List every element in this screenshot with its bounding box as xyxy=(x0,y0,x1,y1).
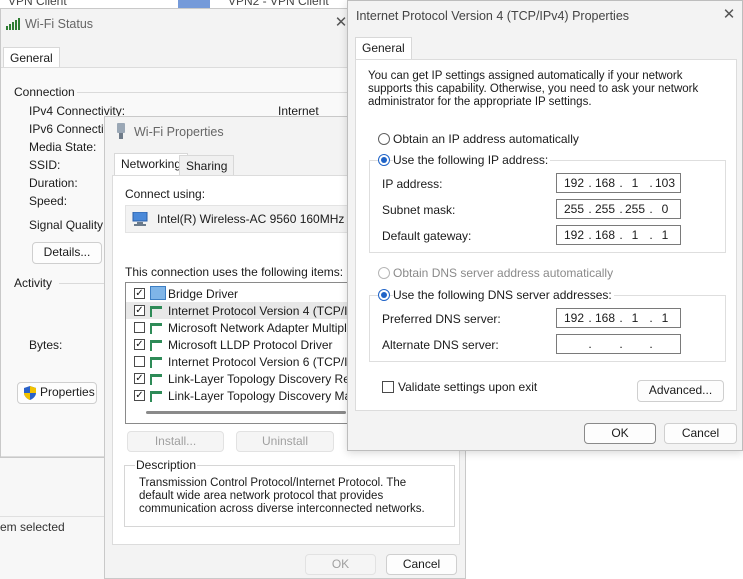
wifi-signal-icon xyxy=(6,18,20,30)
item-label: Internet Protocol Version 6 (TCP/IPv6 xyxy=(168,355,369,369)
uninstall-button[interactable]: Uninstall xyxy=(236,431,334,452)
use-following-ip-radio[interactable] xyxy=(378,154,390,166)
intro-text: You can get IP settings assigned automat… xyxy=(368,70,699,108)
item-label: Bridge Driver xyxy=(168,287,239,301)
ipv6-connectivity-label: IPv6 Connectivi xyxy=(29,122,113,136)
install-button[interactable]: Install... xyxy=(127,431,224,452)
window-title: Internet Protocol Version 4 (TCP/IPv4) P… xyxy=(356,9,630,23)
obtain-dns-auto-label[interactable]: Obtain DNS server address automatically xyxy=(393,266,613,280)
item-label: Link-Layer Topology Discovery Mappe xyxy=(168,389,372,403)
speed-label: Speed: xyxy=(29,194,68,208)
properties-button-label: Properties xyxy=(40,385,95,399)
protocol-icon xyxy=(150,391,162,402)
tab-general[interactable]: General xyxy=(3,47,60,68)
adapter-name: Intel(R) Wireless-AC 9560 160MHz xyxy=(157,212,345,226)
background-status-strip: em selected xyxy=(0,456,110,579)
item-checkbox[interactable]: ✓ xyxy=(134,390,145,401)
obtain-dns-auto-radio[interactable] xyxy=(378,267,390,279)
network-adapter-icon xyxy=(117,123,125,139)
protocol-icon xyxy=(150,306,162,317)
general-panel: You can get IP settings assigned automat… xyxy=(355,59,737,411)
item-checkbox[interactable]: ✓ xyxy=(134,373,145,384)
item-checkbox[interactable] xyxy=(134,356,145,367)
status-bar-text: em selected xyxy=(0,520,65,534)
cancel-button[interactable]: Cancel xyxy=(664,423,737,444)
use-following-dns-radio[interactable] xyxy=(378,289,390,301)
alternate-dns-label: Alternate DNS server: xyxy=(382,338,499,352)
activity-heading: Activity xyxy=(14,276,53,290)
item-checkbox[interactable] xyxy=(134,322,145,333)
item-label: Microsoft LLDP Protocol Driver xyxy=(168,338,333,352)
items-label: This connection uses the following items… xyxy=(125,265,344,279)
close-icon[interactable]: ✕ xyxy=(719,5,739,25)
connection-heading: Connection xyxy=(14,85,75,99)
signal-quality-label: Signal Quality: xyxy=(29,218,107,232)
connect-using-label: Connect using: xyxy=(125,187,206,201)
obtain-ip-auto-label[interactable]: Obtain an IP address automatically xyxy=(393,132,579,146)
tab-networking[interactable]: Networking xyxy=(114,153,189,176)
network-icon xyxy=(178,0,210,8)
tab-sharing[interactable]: Sharing xyxy=(179,155,235,176)
item-label: Link-Layer Topology Discovery Respo xyxy=(168,372,370,386)
background-window-title: VPN Client xyxy=(8,0,67,8)
default-gateway-label: Default gateway: xyxy=(382,229,472,243)
wifi-status-titlebar: Wi-Fi Status ✕ xyxy=(1,9,351,39)
use-following-dns-label[interactable]: Use the following DNS server addresses: xyxy=(393,288,614,302)
network-card-icon xyxy=(132,212,148,226)
details-button[interactable]: Details... xyxy=(32,242,102,264)
validate-checkbox[interactable] xyxy=(382,381,394,393)
protocol-icon xyxy=(150,340,162,351)
obtain-ip-auto-radio[interactable] xyxy=(378,133,390,145)
advanced-button[interactable]: Advanced... xyxy=(637,380,724,402)
preferred-dns-field[interactable]: 192. 168. 1. 1 xyxy=(556,308,681,328)
use-following-ip-label[interactable]: Use the following IP address: xyxy=(393,153,551,167)
description-heading: Description xyxy=(135,458,198,472)
ok-button[interactable]: OK xyxy=(305,554,376,575)
subnet-mask-label: Subnet mask: xyxy=(382,203,456,217)
item-checkbox[interactable]: ✓ xyxy=(134,288,145,299)
cancel-button[interactable]: Cancel xyxy=(386,554,457,575)
ip-address-field[interactable]: 192. 168. 1. 103 xyxy=(556,173,681,193)
item-checkbox[interactable]: ✓ xyxy=(134,339,145,350)
protocol-icon xyxy=(150,374,162,385)
window-title: Wi-Fi Properties xyxy=(134,125,224,139)
ssid-label: SSID: xyxy=(29,158,61,172)
bytes-label: Bytes: xyxy=(29,338,63,352)
description-text: Transmission Control Protocol/Internet P… xyxy=(139,477,425,515)
protocol-icon xyxy=(150,357,162,368)
alternate-dns-field[interactable]: . . . xyxy=(556,334,681,354)
ok-button[interactable]: OK xyxy=(584,423,656,444)
item-checkbox[interactable]: ✓ xyxy=(134,305,145,316)
validate-label[interactable]: Validate settings upon exit xyxy=(398,380,537,394)
description-group: Description Transmission Control Protoco… xyxy=(124,458,455,527)
ipv4-properties-window: Internet Protocol Version 4 (TCP/IPv4) P… xyxy=(347,0,743,451)
shield-icon xyxy=(24,386,36,400)
tab-general[interactable]: General xyxy=(355,37,412,60)
protocol-icon xyxy=(150,323,162,334)
ipv4-properties-titlebar: Internet Protocol Version 4 (TCP/IPv4) P… xyxy=(348,1,742,31)
background-window-title-2: VPN2 - VPN Client xyxy=(228,0,329,8)
window-title: Wi-Fi Status xyxy=(25,17,94,31)
media-state-label: Media State: xyxy=(29,140,97,154)
bridge-icon xyxy=(150,286,166,300)
ip-address-label: IP address: xyxy=(382,177,443,191)
properties-button[interactable]: Properties xyxy=(17,382,97,404)
default-gateway-field[interactable]: 192. 168. 1. 1 xyxy=(556,225,681,245)
subnet-mask-field[interactable]: 255. 255. 255. 0 xyxy=(556,199,681,219)
preferred-dns-label: Preferred DNS server: xyxy=(382,312,501,326)
horizontal-scrollbar[interactable] xyxy=(146,411,346,414)
item-label: Internet Protocol Version 4 (TCP/IPv4 xyxy=(168,304,369,318)
duration-label: Duration: xyxy=(29,176,78,190)
item-label: Microsoft Network Adapter Multiplexor xyxy=(168,321,371,335)
